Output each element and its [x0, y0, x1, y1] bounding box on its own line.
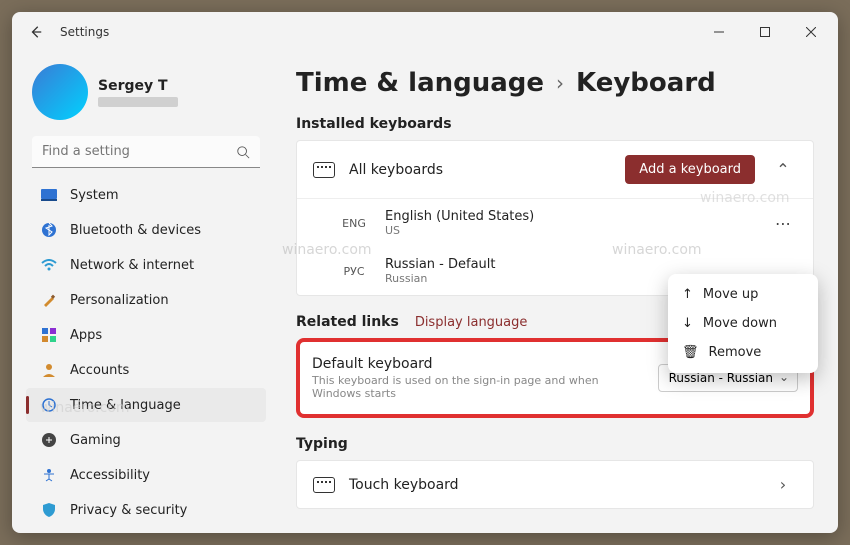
sidebar-item-bluetooth[interactable]: Bluetooth & devices	[26, 213, 266, 247]
bluetooth-icon	[40, 221, 58, 239]
sidebar-item-label: Personalization	[70, 293, 169, 308]
context-menu: ↑ Move up ↓ Move down 🗑 Remove	[668, 274, 818, 373]
sidebar-item-label: Accessibility	[70, 468, 150, 483]
window-controls	[696, 12, 834, 52]
ctx-label: Move up	[703, 287, 759, 302]
sidebar-item-system[interactable]: System	[26, 178, 266, 212]
arrow-up-icon: ↑	[682, 287, 693, 302]
apps-icon	[40, 326, 58, 344]
lang-name: Russian - Default	[385, 257, 496, 272]
search-input[interactable]	[32, 136, 260, 168]
maximize-icon	[760, 27, 770, 37]
more-horizontal-icon: ⋯	[775, 214, 791, 233]
back-button[interactable]	[16, 12, 56, 52]
keyboard-item-english[interactable]: ENG English (United States) US ⋯	[297, 199, 813, 247]
installed-keyboards-card: All keyboards Add a keyboard ⌃ ENG Engli…	[296, 140, 814, 296]
profile-name: Sergey T	[98, 78, 178, 94]
sidebar-item-network[interactable]: Network & internet	[26, 248, 266, 282]
dropdown-value: Russian - Russian	[669, 371, 773, 385]
close-button[interactable]	[788, 12, 834, 52]
system-icon	[40, 186, 58, 204]
sidebar-item-label: Bluetooth & devices	[70, 223, 201, 238]
sidebar-item-time-language[interactable]: Time & language	[26, 388, 266, 422]
chevron-right-icon: ›	[556, 71, 564, 95]
ctx-move-up[interactable]: ↑ Move up	[674, 280, 812, 309]
sidebar-item-label: Accounts	[70, 363, 129, 378]
back-arrow-icon	[29, 25, 43, 39]
sidebar-item-label: Gaming	[70, 433, 121, 448]
lang-sub: Russian	[385, 272, 496, 285]
gaming-icon	[40, 431, 58, 449]
lang-tag: ENG	[337, 217, 371, 230]
titlebar: Settings	[12, 12, 838, 52]
display-language-link[interactable]: Display language	[415, 315, 528, 330]
globe-clock-icon	[40, 396, 58, 414]
ctx-label: Move down	[703, 316, 777, 331]
breadcrumb: Time & language › Keyboard	[296, 68, 814, 98]
wifi-icon	[40, 256, 58, 274]
search-box	[32, 136, 260, 168]
more-options-button[interactable]: ⋯	[769, 210, 797, 237]
ctx-label: Remove	[709, 345, 762, 360]
sidebar-item-label: System	[70, 188, 118, 203]
trash-icon: 🗑	[682, 345, 699, 360]
lang-tag: РУС	[337, 265, 371, 278]
avatar	[32, 64, 88, 120]
add-keyboard-button[interactable]: Add a keyboard	[625, 155, 755, 184]
breadcrumb-current: Keyboard	[576, 68, 716, 98]
main-panel: Time & language › Keyboard Installed key…	[272, 52, 838, 533]
default-keyboard-title: Default keyboard	[312, 356, 646, 372]
sidebar-item-accounts[interactable]: Accounts	[26, 353, 266, 387]
settings-window: Settings Sergey T System Bluetooth & dev	[12, 12, 838, 533]
close-icon	[806, 27, 816, 37]
sidebar-item-gaming[interactable]: Gaming	[26, 423, 266, 457]
brush-icon	[40, 291, 58, 309]
profile-block[interactable]: Sergey T	[20, 60, 272, 132]
keyboard-icon	[313, 162, 335, 178]
sidebar-item-privacy[interactable]: Privacy & security	[26, 493, 266, 527]
lang-name: English (United States)	[385, 209, 534, 224]
arrow-down-icon: ↓	[682, 316, 693, 331]
sidebar-item-label: Time & language	[70, 398, 181, 413]
sidebar-item-personalization[interactable]: Personalization	[26, 283, 266, 317]
shield-icon	[40, 501, 58, 519]
minimize-button[interactable]	[696, 12, 742, 52]
breadcrumb-parent[interactable]: Time & language	[296, 68, 544, 98]
person-icon	[40, 361, 58, 379]
default-keyboard-desc: This keyboard is used on the sign-in pag…	[312, 374, 646, 400]
ctx-move-down[interactable]: ↓ Move down	[674, 309, 812, 338]
search-icon	[236, 144, 250, 163]
sidebar: Sergey T System Bluetooth & devices Netw…	[12, 52, 272, 533]
ctx-remove[interactable]: 🗑 Remove	[674, 338, 812, 367]
keyboard-icon	[313, 477, 335, 493]
sidebar-item-label: Privacy & security	[70, 503, 187, 518]
touch-keyboard-card[interactable]: Touch keyboard ›	[296, 460, 814, 509]
maximize-button[interactable]	[742, 12, 788, 52]
sidebar-item-label: Apps	[70, 328, 102, 343]
chevron-right-icon: ›	[769, 475, 797, 494]
sidebar-item-label: Network & internet	[70, 258, 194, 273]
related-links-label: Related links	[296, 314, 399, 330]
touch-keyboard-label: Touch keyboard	[349, 477, 755, 493]
content-area: Sergey T System Bluetooth & devices Netw…	[12, 52, 838, 533]
nav-list: System Bluetooth & devices Network & int…	[20, 178, 272, 527]
all-keyboards-label: All keyboards	[349, 162, 611, 178]
sidebar-item-accessibility[interactable]: Accessibility	[26, 458, 266, 492]
chevron-up-icon[interactable]: ⌃	[769, 160, 797, 179]
all-keyboards-row[interactable]: All keyboards Add a keyboard ⌃	[297, 141, 813, 199]
window-title: Settings	[60, 25, 109, 39]
accessibility-icon	[40, 466, 58, 484]
lang-sub: US	[385, 224, 534, 237]
sidebar-item-apps[interactable]: Apps	[26, 318, 266, 352]
minimize-icon	[714, 27, 724, 37]
installed-keyboards-heading: Installed keyboards	[296, 116, 814, 132]
profile-email-redacted	[98, 97, 178, 107]
typing-heading: Typing	[296, 436, 814, 452]
